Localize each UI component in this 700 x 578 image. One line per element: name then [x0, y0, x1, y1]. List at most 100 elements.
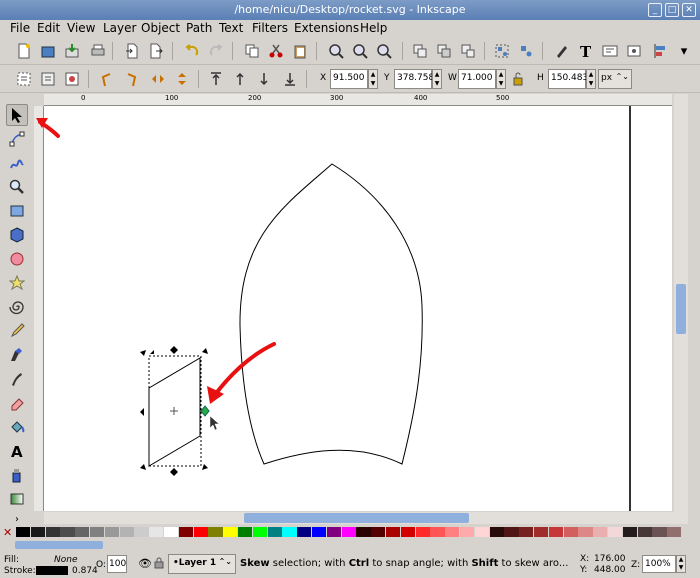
- palette-swatch[interactable]: [223, 527, 238, 537]
- text-tool-icon[interactable]: A: [6, 440, 28, 462]
- text-font-icon[interactable]: T: [576, 41, 596, 61]
- palette-swatch[interactable]: [652, 527, 667, 537]
- palette-swatch[interactable]: [312, 527, 327, 537]
- palette-swatch[interactable]: [326, 527, 342, 537]
- lower-to-bottom-icon[interactable]: [280, 69, 300, 89]
- palette-swatch[interactable]: [193, 527, 208, 537]
- print-icon[interactable]: [88, 41, 108, 61]
- active-skew-handle-icon[interactable]: [200, 405, 210, 417]
- layer-lock-icon[interactable]: [154, 557, 164, 572]
- rotate-ccw-icon[interactable]: [96, 69, 116, 89]
- palette-swatch[interactable]: [593, 527, 608, 537]
- spray-tool-icon[interactable]: [6, 464, 28, 486]
- import-icon[interactable]: [122, 41, 142, 61]
- undo-icon[interactable]: [182, 41, 202, 61]
- palette-swatch[interactable]: [282, 527, 297, 537]
- close-icon[interactable]: ✕: [682, 3, 696, 17]
- x-spinner[interactable]: ▲ ▼: [368, 69, 378, 89]
- fill-stroke-icon[interactable]: [552, 41, 572, 61]
- gradient-tool-icon[interactable]: [6, 488, 28, 510]
- open-icon[interactable]: [38, 41, 58, 61]
- cut-icon[interactable]: [266, 41, 286, 61]
- palette-scrollbar[interactable]: [0, 540, 700, 550]
- palette-swatch[interactable]: [267, 527, 282, 537]
- ellipse-tool-icon[interactable]: [6, 248, 28, 270]
- vertical-scrollbar[interactable]: [674, 94, 688, 524]
- group-icon[interactable]: [492, 41, 512, 61]
- palette-swatch[interactable]: [45, 527, 60, 537]
- palette-swatch[interactable]: [90, 527, 105, 537]
- toolbar-overflow-icon[interactable]: ▾: [674, 41, 694, 61]
- selector-tool-icon[interactable]: [6, 104, 28, 126]
- export-icon[interactable]: [146, 41, 166, 61]
- pen-tool-icon[interactable]: [6, 344, 28, 366]
- lock-ratio-icon[interactable]: [510, 69, 526, 89]
- palette-swatch[interactable]: [341, 527, 356, 537]
- menu-help[interactable]: Help: [360, 21, 387, 35]
- palette-swatch[interactable]: [622, 527, 638, 537]
- deselect-icon[interactable]: [62, 69, 82, 89]
- palette-swatch[interactable]: [238, 527, 253, 537]
- palette-swatch[interactable]: [608, 527, 623, 537]
- unit-select[interactable]: px ⌃⌄: [598, 69, 632, 89]
- menu-layer[interactable]: Layer: [103, 21, 136, 35]
- zoom-input[interactable]: 100%: [642, 555, 676, 573]
- rotate-cw-icon[interactable]: [122, 69, 142, 89]
- palette-swatch[interactable]: [563, 527, 578, 537]
- palette-swatch[interactable]: [548, 527, 564, 537]
- menu-file[interactable]: File: [10, 21, 30, 35]
- palette-swatch[interactable]: [104, 527, 120, 537]
- palette-swatch[interactable]: [489, 527, 504, 537]
- new-document-icon[interactable]: [14, 41, 34, 61]
- maximize-icon[interactable]: □: [665, 3, 679, 17]
- palette-swatch[interactable]: [578, 527, 593, 537]
- palette-swatch[interactable]: [119, 527, 134, 537]
- palette-swatch[interactable]: [164, 527, 179, 537]
- palette-swatch[interactable]: [534, 527, 549, 537]
- redo-icon[interactable]: [206, 41, 226, 61]
- eraser-tool-icon[interactable]: [6, 392, 28, 414]
- h-input[interactable]: 150.483: [548, 69, 588, 89]
- spiral-tool-icon[interactable]: [6, 296, 28, 318]
- rotation-center-icon[interactable]: [170, 407, 178, 415]
- palette-swatch[interactable]: [637, 527, 652, 537]
- raise-icon[interactable]: [230, 69, 250, 89]
- tweak-tool-icon[interactable]: [6, 152, 28, 174]
- no-paint-icon[interactable]: ✕: [3, 526, 12, 539]
- raise-to-top-icon[interactable]: [206, 69, 226, 89]
- clone-icon[interactable]: [434, 41, 454, 61]
- fill-value[interactable]: None: [54, 555, 77, 565]
- menu-filters[interactable]: Filters: [252, 21, 288, 35]
- node-tool-icon[interactable]: [6, 128, 28, 150]
- palette-swatch[interactable]: [60, 527, 75, 537]
- palette-swatch[interactable]: [75, 527, 90, 537]
- palette-swatch[interactable]: [30, 527, 46, 537]
- menu-extensions[interactable]: Extensions: [294, 21, 359, 35]
- stroke-swatch[interactable]: [36, 566, 68, 575]
- calligraphy-tool-icon[interactable]: [6, 368, 28, 390]
- save-icon[interactable]: [62, 41, 82, 61]
- zoom-tool-icon[interactable]: [6, 176, 28, 198]
- palette-swatch[interactable]: [149, 527, 164, 537]
- ungroup-icon[interactable]: [516, 41, 536, 61]
- y-input[interactable]: 378.758: [394, 69, 434, 89]
- drawing-canvas[interactable]: [44, 106, 672, 511]
- visibility-eye-icon[interactable]: 👁: [138, 557, 152, 570]
- palette-swatch[interactable]: [134, 527, 149, 537]
- palette-swatch[interactable]: [415, 527, 430, 537]
- xml-editor-icon[interactable]: [600, 41, 620, 61]
- w-spinner[interactable]: ▲ ▼: [496, 69, 506, 89]
- h-spinner[interactable]: ▲ ▼: [586, 69, 596, 89]
- layer-select[interactable]: •Layer 1 ⌃⌄: [168, 554, 236, 574]
- zoom-selection-icon[interactable]: [326, 41, 346, 61]
- zoom-drawing-icon[interactable]: [350, 41, 370, 61]
- palette-swatch[interactable]: [252, 527, 268, 537]
- palette-scroll-thumb[interactable]: [15, 541, 103, 549]
- palette-swatch[interactable]: [16, 527, 31, 537]
- palette-swatch[interactable]: [460, 527, 475, 537]
- menu-text[interactable]: Text: [219, 21, 243, 35]
- menu-object[interactable]: Object: [141, 21, 180, 35]
- vertical-scroll-thumb[interactable]: [676, 284, 686, 334]
- palette-swatch[interactable]: [386, 527, 401, 537]
- palette-swatch[interactable]: [400, 527, 416, 537]
